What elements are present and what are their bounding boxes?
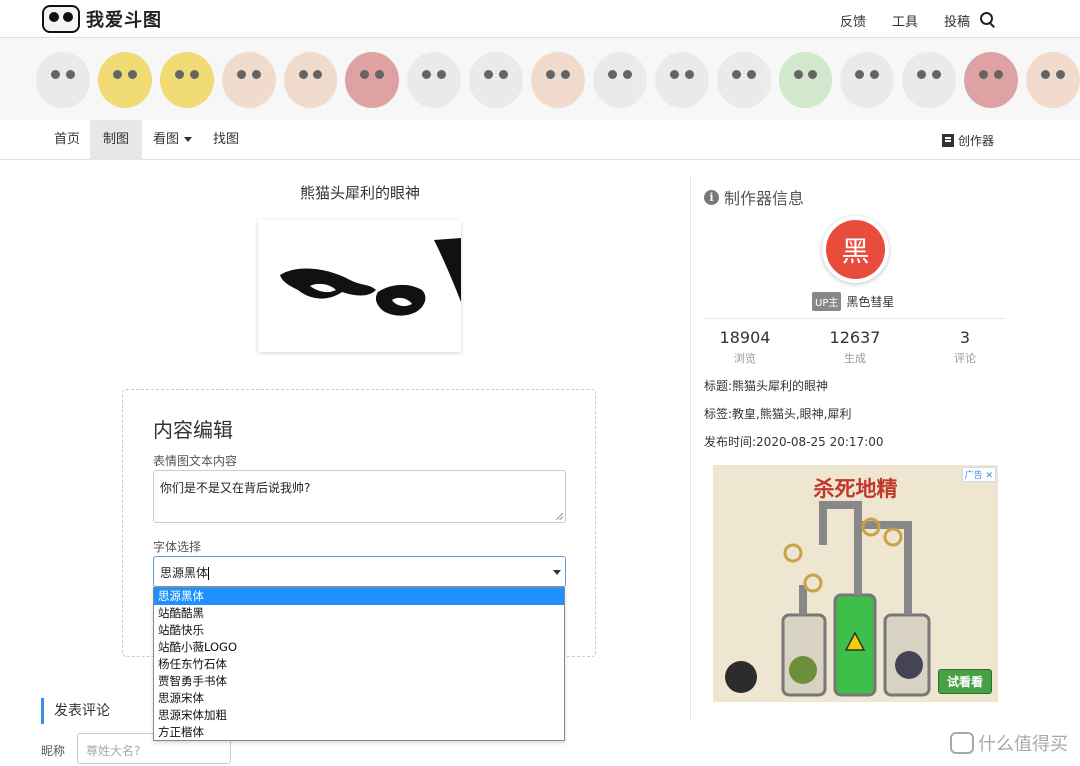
meta-tags: 标签:教皇,熊猫头,眼神,犀利 [704, 407, 852, 421]
sidebar-divider-horizontal [704, 318, 1006, 319]
feedback-link[interactable]: 反馈 [840, 11, 866, 30]
smzdm-logo-icon [950, 732, 974, 754]
author-avatar[interactable]: 黑 [822, 216, 889, 283]
banner-meme [221, 52, 276, 108]
font-option[interactable]: 站酷小薇LOGO [154, 639, 564, 656]
banner-meme [778, 52, 833, 108]
avatar-char: 黑 [826, 220, 885, 279]
banner-meme [159, 52, 214, 108]
meme-text-input[interactable]: 你们是不是又在背后说我帅? [153, 470, 566, 523]
font-option[interactable]: 思源宋体 [154, 690, 564, 707]
banner-meme [407, 52, 462, 108]
stat-number: 3 [959, 328, 971, 347]
banner-meme [36, 52, 90, 108]
banner-meme [592, 52, 647, 108]
stat-label: 生成 [844, 352, 866, 365]
search-icon[interactable] [978, 10, 996, 28]
font-option[interactable]: 站酷酷黑 [154, 605, 564, 622]
book-icon [941, 134, 954, 147]
top-nav: 反馈 工具 投稿 [840, 11, 970, 30]
nav-find[interactable]: 找图 [200, 120, 252, 160]
font-option[interactable]: 思源黑体 [154, 588, 564, 605]
font-dropdown-list: 思源黑体 站酷酷黑 站酷快乐 站酷小薇LOGO 杨任东竹石体 贾智勇手书体 思源… [153, 587, 565, 741]
main-nav: 首页 制图 看图 找图 创作器 [0, 120, 1080, 160]
ad-cta-button[interactable]: 试看看 [937, 669, 992, 694]
font-option[interactable]: 思源宋体加粗 [154, 707, 564, 724]
resize-handle-icon[interactable] [556, 513, 563, 520]
chevron-down-icon [184, 137, 193, 142]
tools-link[interactable]: 工具 [892, 11, 918, 30]
banner-meme [97, 52, 152, 108]
panda-eyes-graphic [280, 238, 461, 316]
stat-generated: 12637 生成 [810, 328, 900, 366]
chevron-down-icon [553, 570, 561, 575]
banner-meme [654, 52, 709, 108]
meme-text-value: 你们是不是又在背后说我帅? [160, 481, 311, 495]
font-option[interactable]: 杨任东竹石体 [154, 656, 564, 673]
comment-heading: 发表评论 [41, 698, 110, 724]
nav-browse[interactable]: 看图 [140, 120, 205, 160]
font-option[interactable]: 站酷快乐 [154, 622, 564, 639]
site-logo[interactable]: 我爱斗图 [42, 5, 162, 33]
meta-date: 发布时间:2020-08-25 20:17:00 [704, 435, 884, 449]
creator-label: 创作器 [957, 134, 994, 148]
meme-preview-image [258, 220, 461, 352]
banner-meme-strip [0, 52, 1080, 118]
banner-meme [531, 52, 585, 108]
watermark-text: 什么值得买 [978, 734, 1068, 755]
editor-heading: 内容编辑 [153, 418, 233, 442]
banner-meme [1026, 52, 1080, 108]
info-icon: i [704, 189, 719, 205]
font-option[interactable]: 方正楷体 [154, 724, 564, 741]
creator-button[interactable]: 创作器 [941, 132, 994, 149]
meme-title: 熊猫头犀利的眼神 [299, 184, 420, 202]
author-row: UP主 黑色彗星 [812, 292, 894, 311]
stat-label: 浏览 [734, 352, 756, 365]
up-badge: UP主 [812, 292, 842, 311]
panda-logo-icon [42, 5, 80, 33]
stat-views: 18904 浏览 [700, 328, 790, 366]
banner-meme [964, 52, 1018, 108]
banner-meme [345, 52, 400, 108]
stat-comments: 3 评论 [920, 328, 1010, 366]
sidebar-divider [690, 175, 691, 721]
meta-title: 标题:熊猫头犀利的眼神 [704, 379, 829, 393]
font-option[interactable]: 贾智勇手书体 [154, 673, 564, 690]
stat-label: 评论 [954, 352, 976, 365]
nav-home[interactable]: 首页 [41, 120, 93, 160]
text-cursor [208, 567, 210, 580]
banner-meme [716, 52, 771, 108]
watermark: 什么值得买 [950, 730, 1068, 756]
nav-make[interactable]: 制图 [90, 120, 143, 160]
submit-link[interactable]: 投稿 [944, 11, 970, 30]
author-name[interactable]: 黑色彗星 [846, 293, 894, 310]
top-bar: 我爱斗图 反馈 工具 投稿 [0, 0, 1080, 38]
font-select[interactable]: 思源黑体 [153, 556, 566, 587]
banner-meme [469, 52, 523, 108]
ad-game-art [725, 501, 931, 697]
banner-meme [902, 52, 957, 108]
stat-number: 12637 [829, 328, 881, 347]
nickname-label: 昵称 [41, 744, 66, 758]
stat-number: 18904 [719, 328, 771, 347]
nav-browse-label: 看图 [153, 132, 180, 147]
banner-meme [840, 52, 895, 108]
font-select-value: 思源黑体 [160, 566, 209, 580]
font-label: 字体选择 [153, 540, 202, 554]
logo-text: 我爱斗图 [86, 10, 162, 31]
text-label: 表情图文本内容 [153, 454, 238, 468]
sidebar-heading-text: 制作器信息 [724, 189, 805, 208]
ad-banner[interactable]: 杀死地精 广告 ✕ 试看看 [713, 465, 998, 702]
sidebar-heading: i 制作器信息 [704, 185, 804, 209]
banner-meme [283, 52, 338, 108]
